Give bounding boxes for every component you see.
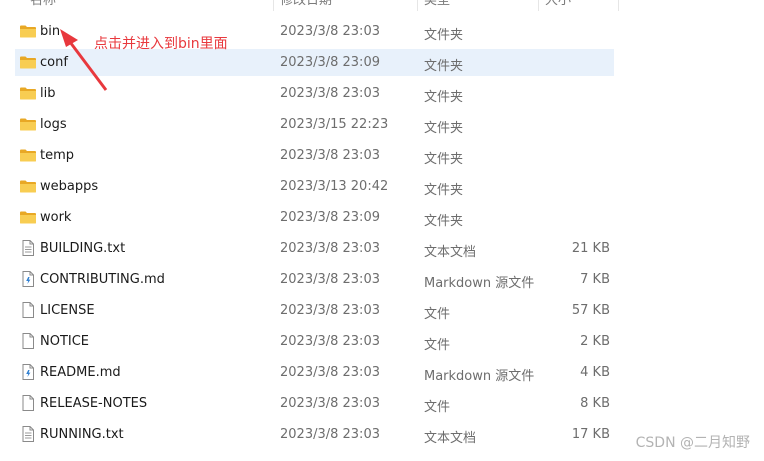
- annotation-text: 点击并进入到bin里面: [94, 36, 228, 52]
- watermark: CSDN @二月知野: [635, 435, 750, 451]
- file-explorer: 名称 修改日期 类型 大小 bin 2023/3/8 23:03 文件夹 conf 20…: [0, 0, 764, 461]
- annotation-arrow: [60, 29, 108, 91]
